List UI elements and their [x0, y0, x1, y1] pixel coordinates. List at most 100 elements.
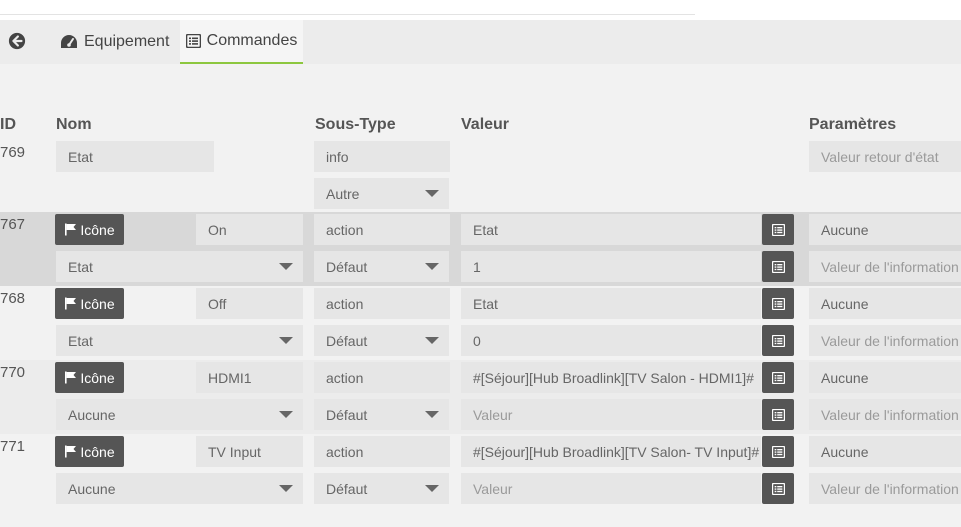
param-info-value-input[interactable]: Valeur de l'information — [809, 473, 961, 504]
command-value2-input[interactable]: Valeur — [461, 473, 761, 504]
param-input[interactable]: Aucune — [809, 214, 961, 245]
choose-info-button[interactable] — [762, 436, 794, 467]
flag-icon — [65, 223, 77, 236]
param-input[interactable]: Aucune — [809, 436, 961, 467]
choose-info-button[interactable] — [762, 288, 794, 319]
command-value2-input[interactable]: 0 — [461, 325, 761, 356]
command-name-input[interactable]: TV Input — [196, 436, 303, 467]
select-value: Défaut — [326, 332, 368, 349]
caret-down-icon — [279, 485, 293, 492]
param-info-value-input[interactable]: Valeur de l'information — [809, 251, 961, 282]
caret-down-icon — [279, 411, 293, 418]
back-button[interactable] — [8, 32, 28, 52]
caret-down-icon — [425, 263, 439, 270]
param-input[interactable]: Aucune — [809, 362, 961, 393]
list-alt-icon — [185, 34, 201, 48]
header-nom: Nom — [56, 116, 92, 133]
select-value: Etat — [68, 332, 93, 349]
select-value: Défaut — [326, 480, 368, 497]
icon-choose-button[interactable]: Icône — [55, 214, 124, 245]
caret-down-icon — [279, 337, 293, 344]
param-return-state-input[interactable]: Valeur retour d'état — [809, 141, 961, 172]
icon-choose-label: Icône — [80, 221, 115, 238]
command-type-field: info — [314, 141, 450, 172]
choose-info-button[interactable] — [762, 251, 794, 282]
caret-down-icon — [425, 337, 439, 344]
command-value2-input[interactable]: Valeur — [461, 399, 761, 430]
select-value: Défaut — [326, 258, 368, 275]
tab-equipement-label: Equipement — [84, 33, 170, 50]
command-subtype-select[interactable]: Défaut — [314, 251, 449, 282]
tab-commandes[interactable]: Commandes — [180, 20, 303, 64]
command-subtype-select[interactable]: Autre — [314, 178, 449, 209]
choose-info-button[interactable] — [762, 362, 794, 393]
command-subtype-select[interactable]: Défaut — [314, 473, 449, 504]
command-id: 771 — [0, 438, 26, 455]
linked-info-select[interactable]: Aucune — [56, 473, 303, 504]
command-value2-input[interactable]: 1 — [461, 251, 761, 282]
top-divider — [0, 14, 695, 15]
icon-choose-label: Icône — [80, 369, 115, 386]
tab-bar: Equipement Commandes — [0, 20, 961, 64]
command-name-input[interactable]: Off — [196, 288, 303, 319]
list-alt-icon — [771, 297, 785, 310]
command-type-field: action — [314, 436, 450, 467]
list-alt-icon — [771, 260, 785, 273]
choose-info-button[interactable] — [762, 399, 794, 430]
command-subtype-select[interactable]: Défaut — [314, 399, 449, 430]
flag-icon — [65, 371, 77, 384]
list-alt-icon — [771, 408, 785, 421]
choose-info-button[interactable] — [762, 473, 794, 504]
command-value-input[interactable]: Etat — [461, 214, 761, 245]
select-value: Autre — [326, 185, 360, 202]
linked-info-select[interactable]: Etat — [56, 251, 303, 282]
top-strip — [0, 0, 961, 14]
param-input[interactable]: Aucune — [809, 288, 961, 319]
icon-choose-button[interactable]: Icône — [55, 436, 124, 467]
list-alt-icon — [771, 482, 785, 495]
command-value-input[interactable]: #[Séjour][Hub Broadlink][TV Salon- TV In… — [461, 436, 761, 467]
command-name-input[interactable]: HDMI1 — [196, 362, 303, 393]
header-id: ID — [0, 116, 16, 133]
command-type-field: action — [314, 288, 450, 319]
arrow-circle-left-icon — [8, 32, 26, 50]
icon-choose-button[interactable]: Icône — [55, 288, 124, 319]
tab-commandes-label: Commandes — [206, 32, 298, 49]
header-sous-type: Sous-Type — [315, 116, 396, 133]
command-id: 767 — [0, 216, 26, 233]
header-valeur: Valeur — [461, 116, 510, 133]
caret-down-icon — [425, 190, 439, 197]
select-value: Aucune — [68, 480, 116, 497]
list-alt-icon — [771, 371, 785, 384]
command-id: 769 — [0, 144, 26, 161]
command-name-input[interactable]: On — [196, 214, 303, 245]
param-info-value-input[interactable]: Valeur de l'information — [809, 399, 961, 430]
flag-icon — [65, 445, 77, 458]
list-alt-icon — [771, 334, 785, 347]
select-value: Défaut — [326, 406, 368, 423]
commands-panel: ID Nom Sous-Type Valeur Paramètres 769 E… — [0, 64, 961, 527]
command-id: 768 — [0, 290, 26, 307]
choose-info-button[interactable] — [762, 214, 794, 245]
select-value: Etat — [68, 258, 93, 275]
command-value-input[interactable]: Etat — [461, 288, 761, 319]
select-value: Aucune — [68, 406, 116, 423]
tab-equipement[interactable]: Equipement — [56, 20, 173, 64]
tachometer-icon — [61, 35, 77, 48]
icon-choose-button[interactable]: Icône — [55, 362, 124, 393]
choose-info-button[interactable] — [762, 325, 794, 356]
linked-info-select[interactable]: Aucune — [56, 399, 303, 430]
command-value-input[interactable]: #[Séjour][Hub Broadlink][TV Salon - HDMI… — [461, 362, 761, 393]
caret-down-icon — [425, 485, 439, 492]
header-parametres: Paramètres — [809, 116, 897, 133]
linked-info-select[interactable]: Etat — [56, 325, 303, 356]
param-info-value-input[interactable]: Valeur de l'information — [809, 325, 961, 356]
icon-choose-label: Icône — [80, 295, 115, 312]
flag-icon — [65, 297, 77, 310]
command-subtype-select[interactable]: Défaut — [314, 325, 449, 356]
list-alt-icon — [771, 223, 785, 236]
caret-down-icon — [425, 411, 439, 418]
command-id: 770 — [0, 364, 26, 381]
command-name-input[interactable]: Etat — [56, 141, 214, 172]
icon-choose-label: Icône — [80, 443, 115, 460]
